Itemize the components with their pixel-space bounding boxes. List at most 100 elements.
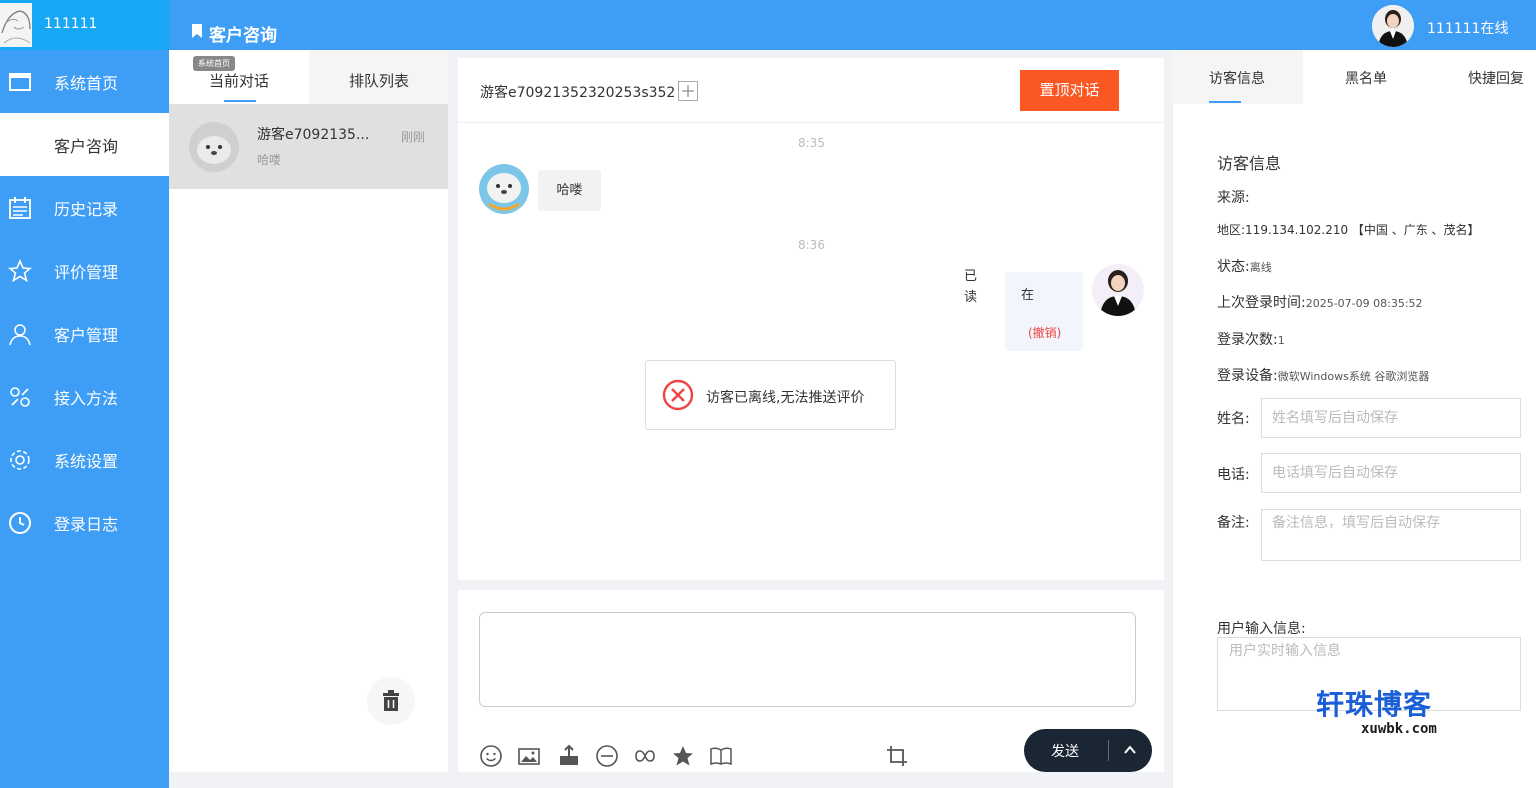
- info-value: 离线: [1249, 261, 1272, 274]
- info-value: 119.134.102.210 【中国 、广东 、茂名】: [1245, 223, 1480, 237]
- conversation-name: 游客e7092135...: [257, 127, 370, 143]
- conversation-panel: 当前对话 排队列表 系统首页 游客e7092135... 刚刚 哈喽: [169, 50, 448, 772]
- sketch-avatar-icon: [0, 3, 32, 47]
- star-icon: [8, 259, 32, 283]
- tooltip: 系统首页: [193, 56, 235, 71]
- crop-icon[interactable]: [885, 744, 909, 768]
- message-text: 在: [1021, 288, 1035, 303]
- user-name: 111111: [44, 16, 98, 32]
- chat-visitor-name: 游客e70921352320253s352: [480, 85, 676, 101]
- phone-label: 电话:: [1217, 467, 1250, 483]
- sidebar-item-label: 客户管理: [54, 326, 119, 345]
- toast-message: 访客已离线,无法推送评价: [706, 390, 865, 406]
- input-panel: 发送: [458, 590, 1164, 772]
- pin-conversation-button[interactable]: 置顶对话: [1020, 70, 1119, 111]
- info-login-count: 登录次数:1: [1217, 329, 1285, 349]
- info-label: 上次登录时间:: [1217, 295, 1306, 311]
- sidebar-item-integration[interactable]: 接入方法: [0, 365, 169, 428]
- error-icon: [662, 379, 694, 411]
- note-field[interactable]: [1261, 509, 1521, 561]
- sidebar-item-label: 系统首页: [54, 74, 119, 93]
- visitor-info-panel: 访客信息 黑名单 快捷回复 访客信息 来源: 地区:119.134.102.21…: [1173, 50, 1536, 788]
- info-label: 登录次数:: [1217, 332, 1278, 348]
- name-label: 姓名:: [1217, 411, 1250, 427]
- sidebar-item-label: 接入方法: [54, 389, 119, 408]
- info-device: 登录设备:微软Windows系统 谷歌浏览器: [1217, 365, 1429, 385]
- info-label: 地区:: [1217, 223, 1246, 237]
- agent-avatar[interactable]: [1372, 5, 1414, 47]
- note-label: 备注:: [1217, 515, 1250, 531]
- sidebar-item-label: 客户咨询: [54, 137, 119, 156]
- message-bubble-right: 在 (撤销): [1005, 272, 1083, 351]
- section-title: 访客信息: [1217, 154, 1282, 173]
- sidebar-item-history[interactable]: 历史记录: [0, 176, 169, 239]
- add-button[interactable]: [678, 81, 698, 101]
- name-field[interactable]: [1261, 398, 1521, 438]
- read-status: 已读: [964, 269, 978, 305]
- image-icon[interactable]: [517, 744, 541, 768]
- page-title: 客户咨询: [209, 26, 277, 46]
- info-value: 2025-07-09 08:35:52: [1305, 297, 1423, 310]
- message-time: 8:35: [798, 136, 825, 150]
- calendar-list-icon: [9, 197, 31, 219]
- sidebar-item-label: 登录日志: [54, 515, 119, 534]
- bookmark-icon: [192, 24, 202, 38]
- user-box: 111111: [0, 0, 169, 50]
- delete-button[interactable]: [367, 677, 415, 725]
- info-source: 来源:: [1217, 187, 1250, 207]
- conversation-item[interactable]: 游客e7092135... 刚刚 哈喽: [169, 104, 448, 189]
- user-avatar[interactable]: [0, 3, 32, 47]
- book-icon[interactable]: [709, 744, 733, 768]
- file-upload-icon[interactable]: [557, 744, 581, 768]
- message-input[interactable]: [479, 612, 1136, 707]
- watermark-url: xuwbk.com: [1361, 721, 1437, 737]
- tab-active-underline: [224, 100, 256, 102]
- info-region: 地区:119.134.102.210 【中国 、广东 、茂名】: [1217, 221, 1480, 238]
- info-label: 登录设备:: [1217, 368, 1278, 384]
- trash-icon: [383, 690, 399, 711]
- info-label: 状态:: [1217, 259, 1250, 275]
- tab-visitor-info[interactable]: 访客信息: [1209, 68, 1265, 88]
- sidebar-item-rating[interactable]: 评价管理: [0, 239, 169, 302]
- visitor-avatar: [189, 122, 239, 172]
- tab-current-conversations[interactable]: 当前对话: [209, 70, 269, 91]
- chevron-up-icon[interactable]: [1122, 742, 1138, 758]
- phone-field[interactable]: [1261, 453, 1521, 493]
- sidebar-item-consult[interactable]: 客户咨询: [0, 113, 169, 176]
- tab-blacklist[interactable]: 黑名单: [1345, 68, 1387, 88]
- agent-message-avatar: [1092, 264, 1144, 316]
- link-chain-icon[interactable]: [633, 744, 657, 768]
- conversation-time: 刚刚: [401, 130, 426, 144]
- sidebar-item-customers[interactable]: 客户管理: [0, 302, 169, 365]
- sidebar: 111111 系统首页 客户咨询 历史记录 评价管理 客户管理 接入方法 系统设…: [0, 0, 169, 788]
- user-icon: [9, 324, 31, 346]
- emoji-icon[interactable]: [479, 744, 503, 768]
- link-icon: [10, 387, 30, 407]
- sidebar-item-label: 系统设置: [54, 452, 119, 471]
- sidebar-item-login-log[interactable]: 登录日志: [0, 491, 169, 554]
- info-last-login: 上次登录时间:2025-07-09 08:35:52: [1217, 292, 1423, 312]
- sidebar-item-label: 评价管理: [54, 263, 119, 282]
- minus-circle-icon[interactable]: [595, 744, 619, 768]
- sidebar-item-settings[interactable]: 系统设置: [0, 428, 169, 491]
- sidebar-item-home[interactable]: 系统首页: [0, 50, 169, 113]
- info-status: 状态:离线: [1217, 256, 1272, 276]
- send-button[interactable]: 发送: [1024, 729, 1152, 772]
- tab-queue-list[interactable]: 排队列表: [349, 70, 409, 91]
- conversation-preview: 哈喽: [257, 153, 282, 167]
- seal-avatar-icon: [189, 122, 239, 172]
- tab-quick-reply[interactable]: 快捷回复: [1468, 68, 1524, 88]
- online-status: 111111在线: [1427, 21, 1509, 37]
- user-input-placeholder: 用户实时输入信息: [1229, 643, 1341, 659]
- revoke-link[interactable]: (撤销): [1028, 324, 1061, 341]
- sidebar-item-label: 历史记录: [54, 200, 119, 219]
- visitor-message-avatar: [479, 164, 529, 214]
- window-icon: [9, 73, 31, 91]
- clock-icon: [9, 512, 31, 534]
- info-label: 来源:: [1217, 190, 1250, 206]
- divider: [1108, 740, 1109, 761]
- message-time: 8:36: [798, 238, 825, 252]
- divider: [458, 122, 1164, 123]
- star-icon[interactable]: [671, 744, 695, 768]
- message-bubble-left: 哈喽: [538, 170, 601, 211]
